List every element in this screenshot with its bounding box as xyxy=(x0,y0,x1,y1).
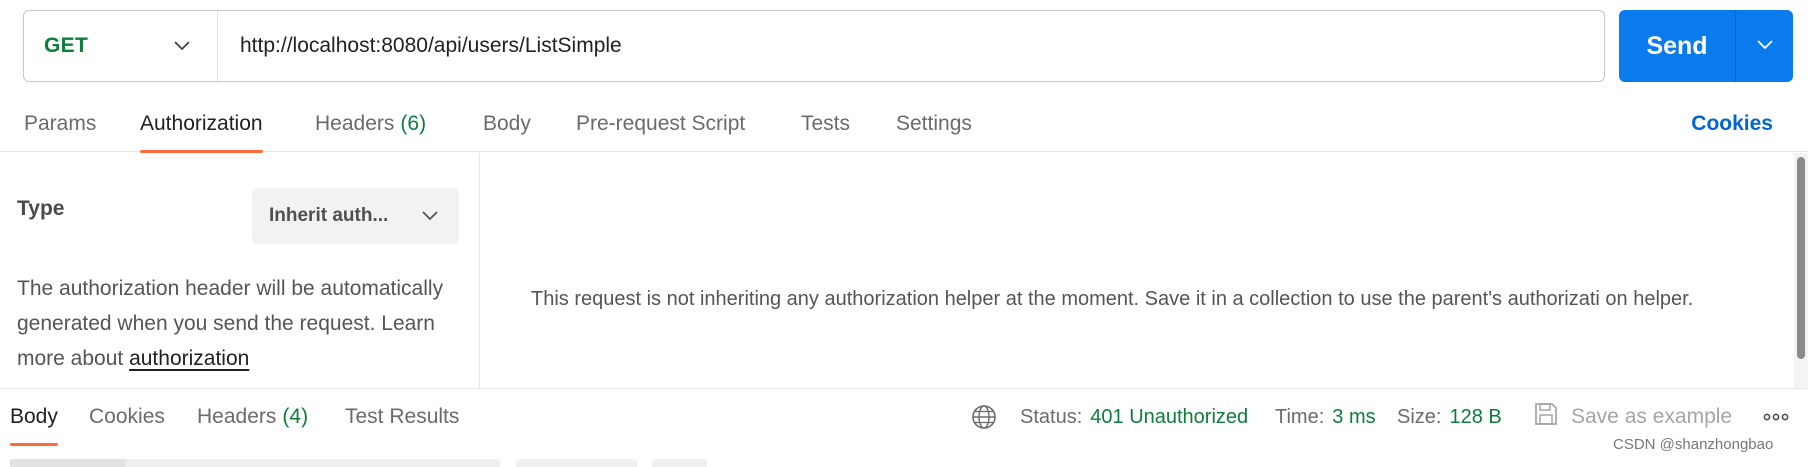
response-wrap-button[interactable] xyxy=(652,459,707,467)
response-tab-test-results[interactable]: Test Results xyxy=(345,389,459,445)
watermark: CSDN @shanzhongbao xyxy=(1613,436,1774,453)
request-url-bar: GET xyxy=(23,10,1605,82)
auth-type-label: Type xyxy=(17,197,65,220)
chevron-down-icon xyxy=(173,37,191,55)
tab-authorization[interactable]: Authorization xyxy=(140,96,263,153)
inherit-message: This request is not inheriting any autho… xyxy=(531,288,1694,310)
tab-label: Headers xyxy=(315,112,395,135)
tab-pre-request-script[interactable]: Pre-request Script xyxy=(576,96,745,152)
chevron-down-icon xyxy=(1756,37,1773,55)
tab-label: Authorization xyxy=(140,112,263,135)
status-label: Status: xyxy=(1020,405,1083,428)
response-status[interactable]: Status: 401 Unauthorized xyxy=(1020,389,1248,445)
tab-label: Body xyxy=(483,112,531,135)
tab-tests[interactable]: Tests xyxy=(801,96,850,152)
request-tabs: Params Authorization Headers (6) Body Pr… xyxy=(0,96,1808,153)
response-tab-headers[interactable]: Headers (4) xyxy=(197,389,308,445)
chevron-down-icon xyxy=(421,207,439,225)
save-icon xyxy=(1533,401,1559,433)
time-label: Time: xyxy=(1275,405,1325,428)
tab-label: Cookies xyxy=(89,405,165,428)
response-time[interactable]: Time: 3 ms xyxy=(1275,389,1376,445)
response-tab-body[interactable]: Body xyxy=(10,389,58,446)
send-button[interactable]: Send xyxy=(1619,10,1736,82)
more-horizontal-icon[interactable] xyxy=(1762,405,1790,429)
method-label: GET xyxy=(44,34,89,57)
send-options-button[interactable] xyxy=(1736,10,1793,82)
headers-count: (6) xyxy=(400,112,427,135)
tab-params[interactable]: Params xyxy=(24,96,96,152)
response-size[interactable]: Size: 128 B xyxy=(1397,389,1502,445)
send-button-group: Send xyxy=(1619,10,1793,82)
auth-description: The authorization header will be automat… xyxy=(17,271,467,376)
cookies-link[interactable]: Cookies xyxy=(1691,96,1773,152)
time-value: 3 ms xyxy=(1332,405,1376,428)
tab-label: Body xyxy=(10,405,58,428)
vertical-scrollbar[interactable] xyxy=(1794,153,1808,388)
tab-label: Params xyxy=(24,112,97,135)
tab-headers[interactable]: Headers (6) xyxy=(315,96,426,152)
tab-label: Tests xyxy=(801,112,851,135)
tab-body[interactable]: Body xyxy=(483,96,531,152)
auth-settings-pane: Type Inherit auth... The authorization h… xyxy=(0,153,480,388)
scrollbar-thumb[interactable] xyxy=(1797,157,1805,359)
save-as-example-label: Save as example xyxy=(1571,405,1733,428)
authorization-link[interactable]: authorization xyxy=(129,347,249,370)
tab-label: Pre-request Script xyxy=(576,112,746,135)
response-tab-cookies[interactable]: Cookies xyxy=(89,389,165,445)
response-headers-count: (4) xyxy=(282,405,309,428)
auth-type-value: Inherit auth... xyxy=(269,205,389,226)
globe-icon[interactable] xyxy=(971,404,997,430)
response-format-pretty[interactable] xyxy=(10,459,125,467)
size-label: Size: xyxy=(1397,405,1442,428)
response-bar: Body Cookies Headers (4) Test Results St… xyxy=(0,388,1808,446)
auth-info-pane: This request is not inheriting any autho… xyxy=(481,153,1806,388)
tab-settings[interactable]: Settings xyxy=(896,96,972,152)
tab-label: Settings xyxy=(896,112,972,135)
auth-type-select[interactable]: Inherit auth... xyxy=(252,188,459,244)
url-input[interactable] xyxy=(218,11,1604,81)
method-select[interactable]: GET xyxy=(24,11,218,81)
status-value: 401 Unauthorized xyxy=(1090,405,1249,428)
response-format-select[interactable] xyxy=(516,459,637,467)
size-value: 128 B xyxy=(1449,405,1502,428)
tab-label: Test Results xyxy=(345,405,460,428)
tab-label: Headers xyxy=(197,405,277,428)
